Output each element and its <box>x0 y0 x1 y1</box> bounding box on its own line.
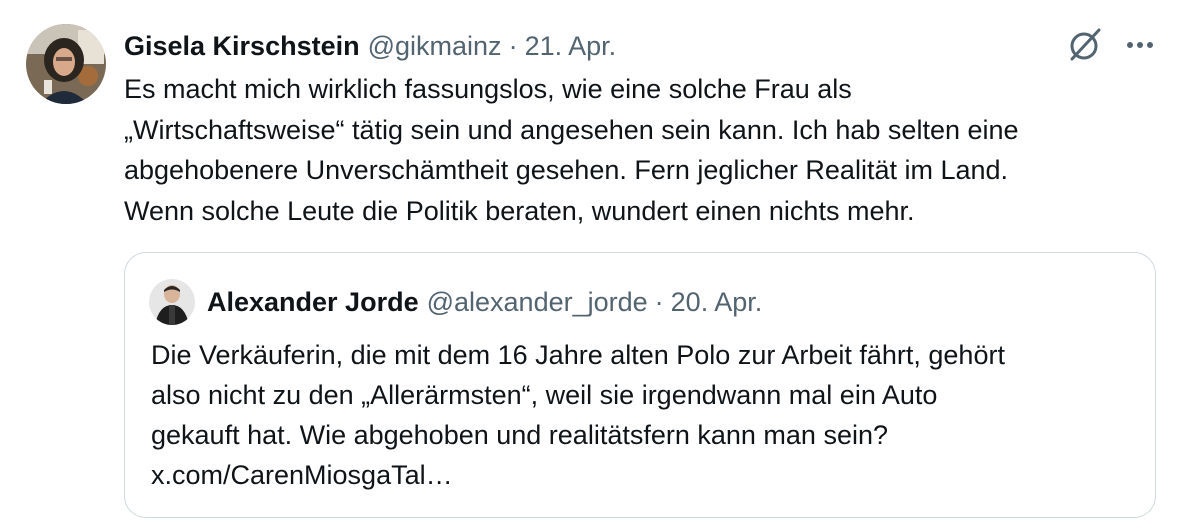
quote-avatar[interactable] <box>149 279 195 325</box>
tweet-text-line: Es macht mich wirklich fassungslos, wie … <box>124 74 852 104</box>
tweet-header: Gisela Kirschstein @gikmainz · 21. Apr. <box>124 24 616 68</box>
grok-button[interactable] <box>1064 26 1108 66</box>
grok-icon <box>1067 25 1105 68</box>
tweet-date[interactable]: 21. Apr. <box>525 31 617 62</box>
quote-text: Die Verkäuferin, die mit dem 16 Jahre al… <box>151 335 1141 495</box>
avatar[interactable] <box>26 24 106 104</box>
quote-author-name[interactable]: Alexander Jorde <box>207 287 419 318</box>
quote-text-line: Die Verkäuferin, die mit dem 16 Jahre al… <box>151 340 1005 370</box>
more-icon <box>1125 37 1155 55</box>
tweet-text-line: abgehobenere Unverschämtheit gesehen. Fe… <box>124 155 1009 185</box>
quote-link[interactable]: x.com/CarenMiosgaTal… <box>151 455 1141 495</box>
more-button[interactable] <box>1118 26 1162 66</box>
quote-date[interactable]: 20. Apr. <box>671 287 763 318</box>
quote-text-line: also nicht zu den „Allerärmsten“, weil s… <box>151 380 938 410</box>
quote-header: Alexander Jorde @alexander_jorde · 20. A… <box>207 281 762 323</box>
meta-separator: · <box>508 30 518 61</box>
tweet[interactable]: Gisela Kirschstein @gikmainz · 21. Apr. … <box>0 0 1188 532</box>
quoted-tweet[interactable]: Alexander Jorde @alexander_jorde · 20. A… <box>124 252 1156 518</box>
tweet-text-line: Wenn solche Leute die Politik beraten, w… <box>124 195 915 226</box>
author-name[interactable]: Gisela Kirschstein <box>124 31 360 62</box>
tweet-text-line: „Wirtschaftsweise“ tätig sein und angese… <box>124 114 1019 145</box>
meta-separator: · <box>654 286 664 317</box>
quote-author-handle[interactable]: @alexander_jorde <box>427 287 648 318</box>
author-handle[interactable]: @gikmainz <box>368 31 502 62</box>
quote-text-line: gekauft hat. Wie abgehoben und realitäts… <box>151 420 888 450</box>
tweet-text: Es macht mich wirklich fassungslos, wie … <box>124 69 1164 231</box>
